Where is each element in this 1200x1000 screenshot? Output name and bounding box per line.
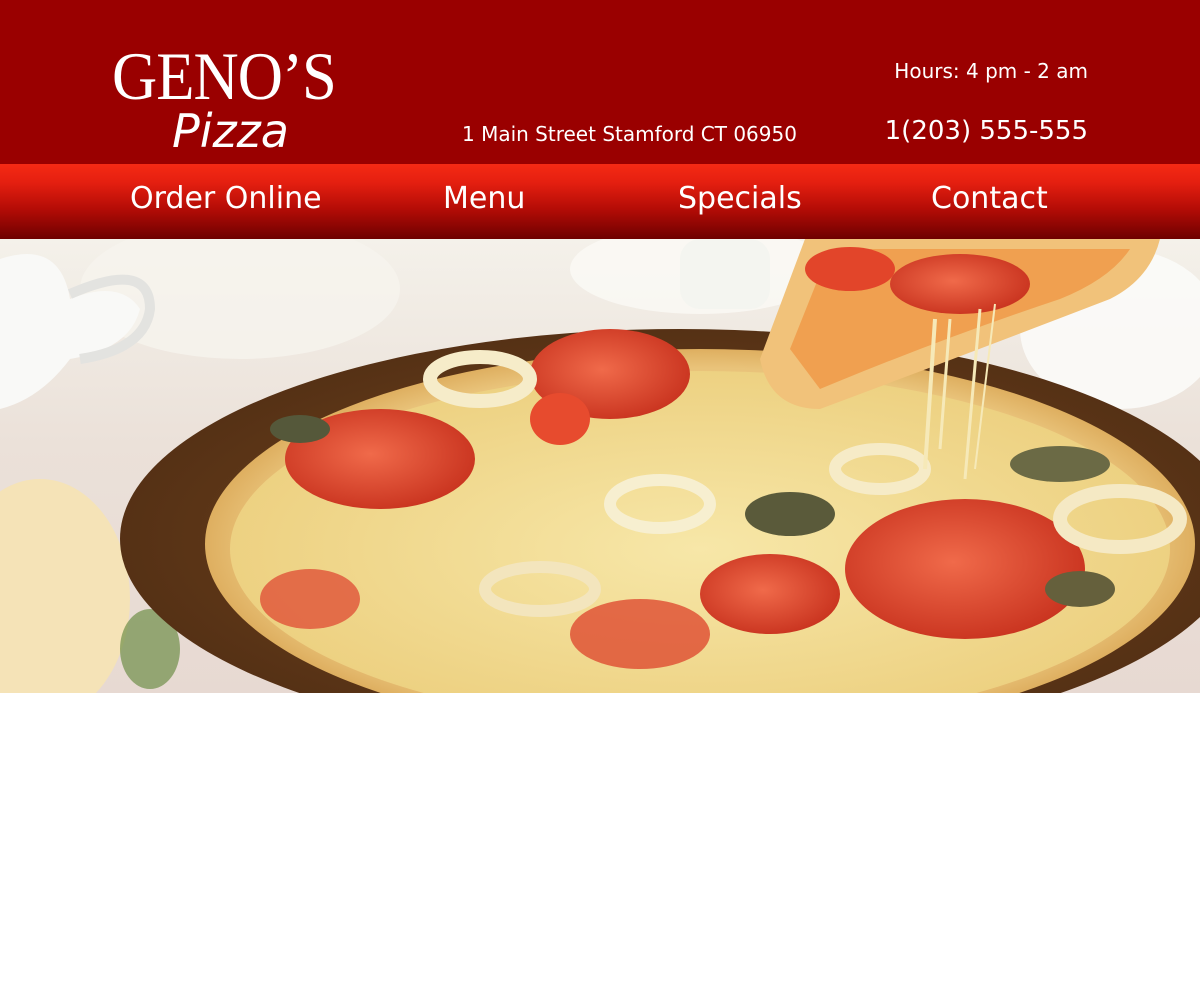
logo-subtitle: Pizza (172, 104, 289, 158)
site-header: GENO’S Pizza 1 Main Street Stamford CT 0… (0, 0, 1200, 164)
nav-item-contact[interactable]: Contact (931, 180, 1048, 218)
main-navigation: Order Online Menu Specials Contact (0, 164, 1200, 239)
logo-name: GENO’S (112, 38, 337, 114)
page-content-area (0, 693, 1200, 1000)
address-text: 1 Main Street Stamford CT 06950 (462, 122, 797, 146)
nav-item-specials[interactable]: Specials (678, 180, 802, 218)
hero-pizza-image (0, 239, 1200, 693)
hours-text: Hours: 4 pm - 2 am (894, 59, 1088, 83)
nav-item-order-online[interactable]: Order Online (130, 180, 322, 218)
nav-item-menu[interactable]: Menu (443, 180, 525, 218)
hero-banner (0, 239, 1200, 693)
logo[interactable]: GENO’S Pizza (112, 40, 382, 160)
phone-number[interactable]: 1(203) 555-555 (885, 115, 1088, 147)
